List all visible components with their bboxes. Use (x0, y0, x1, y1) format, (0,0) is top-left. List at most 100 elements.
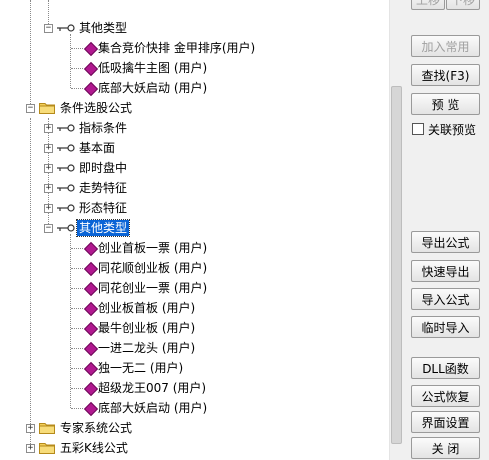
formula-item[interactable]: 同花创业一票 (用户) (0, 278, 388, 298)
formula-item[interactable]: 低吸擒牛主图 (用户) (0, 58, 388, 78)
tree-branch-line (71, 88, 83, 89)
ui-settings-button[interactable]: 界面设置 (411, 411, 480, 433)
collapse-toggle-icon[interactable]: − (44, 224, 53, 233)
linked-preview-checkbox[interactable]: 关联预览 (412, 122, 476, 138)
expand-toggle-icon[interactable]: + (44, 204, 53, 213)
tree-node-pattern-features[interactable]: + 形态特征 (0, 198, 388, 218)
dll-function-button[interactable]: DLL函数 (411, 357, 480, 379)
button-panel: 上移 下移 加入常用 查找(F3) 预 览 关联预览 导出公式 快速导出 导入公… (402, 0, 489, 460)
node-label: 即时盘中 (79, 161, 128, 175)
tree-node-colorful-k[interactable]: + 五彩K线公式 (0, 438, 388, 458)
formula-item-label: 独一无二 (用户) (98, 361, 184, 375)
tree-node-other-types-selected[interactable]: − 其他类型 (0, 218, 388, 238)
formula-item-label: 超级龙王007 (用户) (98, 381, 207, 395)
formula-item[interactable]: 创业板首板 (用户) (0, 298, 388, 318)
formula-diamond-icon (83, 241, 99, 257)
node-label: 走势特征 (79, 181, 128, 195)
tree-branch-line (71, 288, 83, 289)
quick-export-button[interactable]: 快速导出 (411, 260, 480, 282)
expand-toggle-icon[interactable]: + (26, 424, 35, 433)
node-label: 基本面 (79, 141, 116, 155)
folder-icon (39, 103, 55, 114)
formula-diamond-icon (83, 261, 99, 277)
move-down-button[interactable]: 下移 (446, 0, 480, 10)
close-button[interactable]: 关 闭 (411, 437, 480, 459)
tree-node-indicator-condition[interactable]: + 指标条件 (0, 118, 388, 138)
temp-import-button[interactable]: 临时导入 (411, 316, 480, 338)
expand-toggle-icon[interactable]: + (26, 444, 35, 453)
formula-diamond-icon (83, 381, 99, 397)
formula-item[interactable]: 创业首板一票 (用户) (0, 238, 388, 258)
key-icon (57, 184, 75, 192)
formula-item-label: 创业板首板 (用户) (98, 301, 196, 315)
tree-branch-line (71, 268, 83, 269)
node-label: 专家系统公式 (60, 421, 133, 435)
formula-diamond-icon (83, 281, 99, 297)
node-label: 其他类型 (79, 21, 128, 35)
expand-toggle-icon[interactable]: + (44, 144, 53, 153)
find-button[interactable]: 查找(F3) (411, 64, 480, 86)
import-formula-button[interactable]: 导入公式 (411, 288, 480, 310)
key-icon (57, 224, 75, 232)
tree-node-condition-formula[interactable]: − 条件选股公式 (0, 98, 388, 118)
folder-icon (39, 423, 55, 434)
add-common-button[interactable]: 加入常用 (411, 35, 480, 57)
formula-item-label: 创业首板一票 (用户) (98, 241, 208, 255)
move-up-button[interactable]: 上移 (411, 0, 445, 10)
linked-preview-label: 关联预览 (428, 123, 477, 137)
formula-item-label: 同花顺创业板 (用户) (98, 261, 208, 275)
expand-toggle-icon[interactable]: + (44, 184, 53, 193)
tree-branch-line (71, 388, 83, 389)
scrollbar-thumb[interactable] (391, 86, 402, 444)
node-label: 五彩K线公式 (60, 441, 128, 455)
formula-diamond-icon (83, 401, 99, 417)
formula-item-label: 同花创业一票 (用户) (98, 281, 208, 295)
node-label: 指标条件 (79, 121, 128, 135)
formula-item[interactable]: 一进二龙头 (用户) (0, 338, 388, 358)
tree-branch-line (71, 68, 83, 69)
formula-item-label: 集合竞价快排 金甲排序(用户) (98, 41, 256, 55)
formula-diamond-icon (83, 61, 99, 77)
formula-item[interactable]: 底部大妖启动 (用户) (0, 398, 388, 418)
tree-node-trend-features[interactable]: + 走势特征 (0, 178, 388, 198)
formula-item[interactable]: 最牛创业板 (用户) (0, 318, 388, 338)
formula-diamond-icon (83, 301, 99, 317)
formula-item-label: 底部大妖启动 (用户) (98, 401, 208, 415)
key-icon (57, 164, 75, 172)
tree-branch-line (71, 328, 83, 329)
tree-node-other-types[interactable]: − 其他类型 (0, 18, 388, 38)
tree-node-expert-system[interactable]: + 专家系统公式 (0, 418, 388, 438)
formula-tree[interactable]: − 其他类型 集合竞价快排 金甲排序(用户) 低吸擒牛主图 (用户) 底部大妖启… (0, 0, 388, 460)
folder-icon (39, 443, 55, 454)
export-formula-button[interactable]: 导出公式 (411, 231, 480, 253)
node-label: 形态特征 (79, 201, 128, 215)
checkbox-box[interactable] (412, 123, 424, 135)
formula-diamond-icon (83, 41, 99, 57)
formula-item[interactable]: 超级龙王007 (用户) (0, 378, 388, 398)
expand-toggle-icon[interactable]: + (44, 164, 53, 173)
tree-branch-line (71, 348, 83, 349)
tree-branch-line (71, 368, 83, 369)
formula-diamond-icon (83, 361, 99, 377)
tree-scrollbar[interactable] (389, 0, 402, 460)
formula-diamond-icon (83, 81, 99, 97)
key-icon (57, 124, 75, 132)
collapse-toggle-icon[interactable]: − (26, 104, 35, 113)
restore-formula-button[interactable]: 公式恢复 (411, 385, 480, 407)
expand-toggle-icon[interactable]: + (44, 124, 53, 133)
node-label: 条件选股公式 (60, 101, 133, 115)
key-icon (57, 204, 75, 212)
formula-item[interactable]: 底部大妖启动 (用户) (0, 78, 388, 98)
formula-item[interactable]: 同花顺创业板 (用户) (0, 258, 388, 278)
tree-branch-line (71, 308, 83, 309)
formula-diamond-icon (83, 341, 99, 357)
formula-item-label: 最牛创业板 (用户) (98, 321, 196, 335)
formula-item[interactable]: 集合竞价快排 金甲排序(用户) (0, 38, 388, 58)
preview-button[interactable]: 预 览 (411, 93, 480, 115)
collapse-toggle-icon[interactable]: − (44, 24, 53, 33)
tree-node-fundamentals[interactable]: + 基本面 (0, 138, 388, 158)
node-label: 其他类型 (75, 219, 131, 237)
key-icon (57, 24, 75, 32)
formula-item[interactable]: 独一无二 (用户) (0, 358, 388, 378)
tree-node-intraday[interactable]: + 即时盘中 (0, 158, 388, 178)
